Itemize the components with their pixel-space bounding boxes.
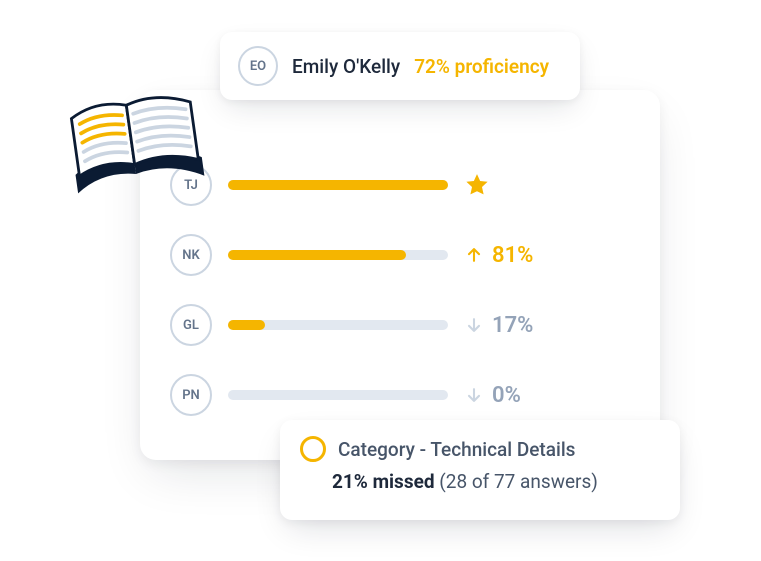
row-value: 0% (492, 383, 521, 408)
category-pill: Category - Technical Details 21% missed … (280, 420, 680, 520)
missed-percent: 21% missed (332, 470, 435, 493)
progress-track (228, 390, 448, 400)
progress-track (228, 180, 448, 190)
progress-fill (228, 250, 406, 260)
proficiency-rows: TJ NK 81% GL (170, 150, 630, 430)
proficiency-row: NK 81% (170, 220, 630, 290)
star-icon (464, 172, 490, 198)
header-avatar: EO (238, 46, 278, 86)
arrow-down-icon (464, 315, 484, 335)
header-pill: EO Emily O'Kelly 72% proficiency (220, 32, 580, 100)
avatar-initials: NK (170, 234, 212, 276)
progress-track (228, 320, 448, 330)
progress-track (228, 250, 448, 260)
row-tail: 0% (464, 383, 574, 408)
proficiency-row: GL 17% (170, 290, 630, 360)
arrow-down-icon (464, 385, 484, 405)
proficiency-card: TJ NK 81% GL (140, 90, 660, 460)
arrow-up-icon (464, 245, 484, 265)
category-stats: 21% missed (28 of 77 answers) (300, 470, 660, 493)
progress-fill (228, 320, 265, 330)
avatar-initials: GL (170, 304, 212, 346)
row-tail (464, 172, 574, 198)
category-label: Category - Technical Details (338, 438, 575, 461)
row-value: 81% (492, 243, 533, 268)
row-tail: 17% (464, 313, 574, 338)
header-proficiency: 72% proficiency (414, 55, 549, 78)
proficiency-row: TJ (170, 150, 630, 220)
row-tail: 81% (464, 243, 574, 268)
row-value: 17% (492, 313, 533, 338)
header-name: Emily O'Kelly (292, 55, 400, 78)
progress-fill (228, 180, 448, 190)
avatar-initials: PN (170, 374, 212, 416)
missed-detail: (28 of 77 answers) (439, 470, 598, 493)
book-icon (60, 80, 210, 200)
ring-icon (300, 436, 326, 462)
